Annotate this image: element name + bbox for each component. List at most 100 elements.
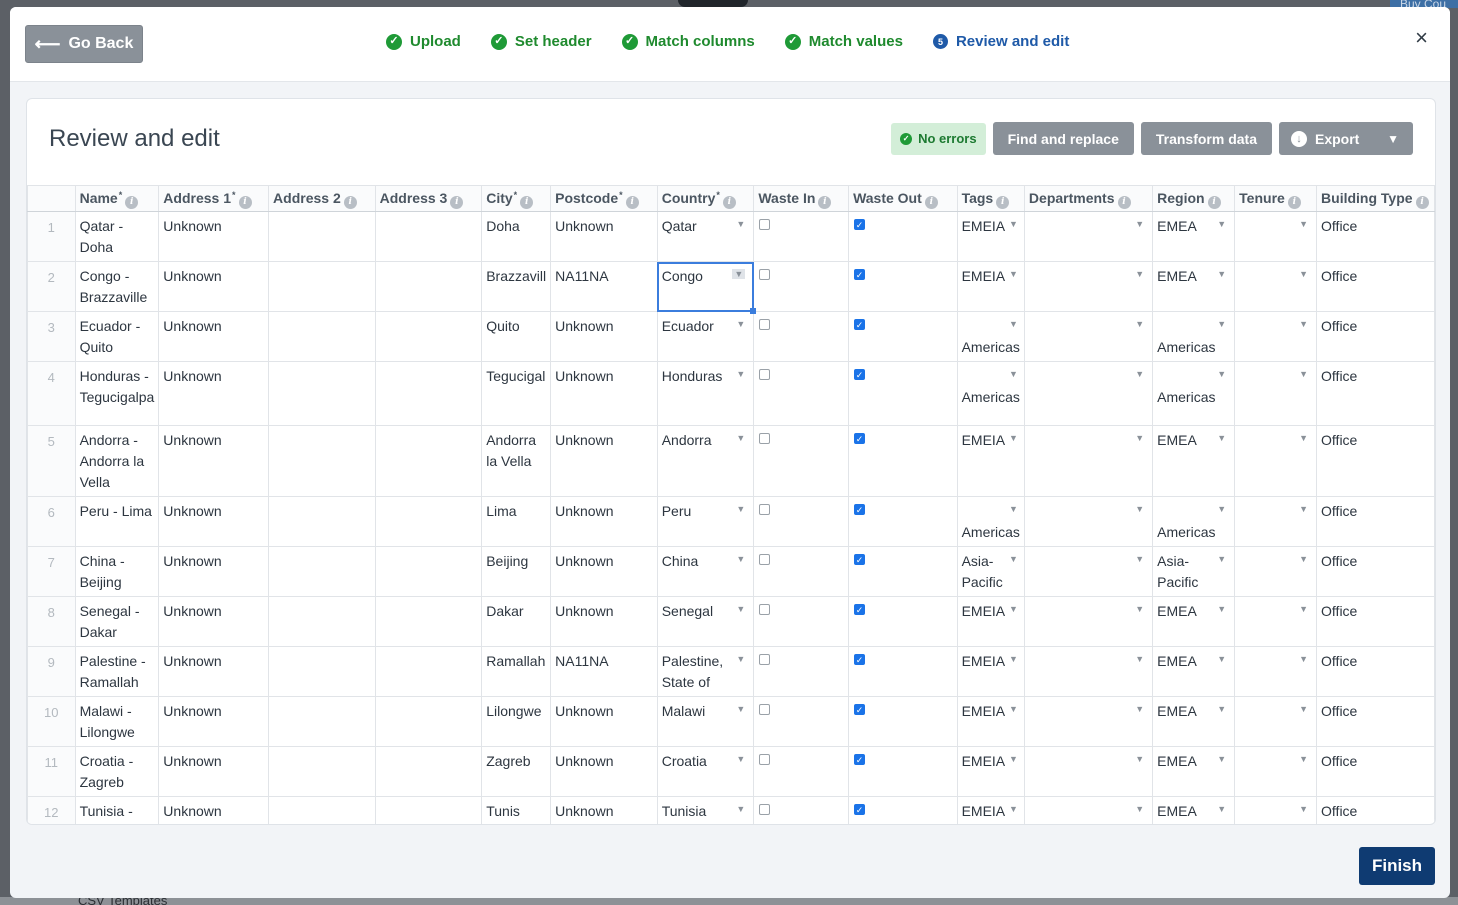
dropdown-arrow-icon[interactable]: ▼ [1135,804,1144,814]
dropdown-arrow-icon[interactable]: ▼ [1299,704,1308,714]
step-upload[interactable]: ✓ Upload [386,33,461,50]
dropdown-arrow-icon[interactable]: ▼ [1217,269,1226,279]
cell-postcode[interactable]: Unknown [550,211,658,262]
checkbox[interactable]: ✓ [854,504,866,515]
find-replace-button[interactable]: Find and replace [992,122,1134,155]
cell-tenure[interactable]: ▼ [1234,796,1318,824]
column-header-tenure[interactable]: Tenure i [1234,185,1318,212]
cell-name[interactable]: Malawi - Lilongwe [74,696,160,747]
dropdown-arrow-icon[interactable]: ▼ [1217,804,1226,814]
dropdown-arrow-icon[interactable]: ▼ [1217,319,1226,329]
dropdown-arrow-icon[interactable]: ▼ [1135,604,1144,614]
cell-postcode[interactable]: Unknown [550,596,658,647]
checkbox[interactable]: ✓ [854,654,866,665]
info-icon[interactable]: i [1287,196,1301,209]
info-icon[interactable]: i [924,196,938,209]
dropdown-arrow-icon[interactable]: ▼ [1009,369,1018,379]
dropdown-arrow-icon[interactable]: ▼ [1135,554,1144,564]
column-header-city[interactable]: City*i [481,185,552,212]
checkbox[interactable]: ✓ [854,269,866,280]
cell-addr2[interactable] [268,696,376,747]
dropdown-arrow-icon[interactable]: ▼ [1299,604,1308,614]
cell-addr1[interactable]: Unknown [158,796,270,824]
dropdown-arrow-icon[interactable]: ▼ [1009,554,1018,564]
cell-building[interactable]: Office [1316,646,1435,697]
cell-waste-in[interactable] [753,496,850,547]
dropdown-arrow-icon[interactable]: ▼ [1217,433,1226,443]
cell-name[interactable]: China - Beijing [74,546,160,597]
cell-postcode[interactable]: Unknown [550,546,658,597]
dropdown-arrow-icon[interactable]: ▼ [1135,754,1144,764]
cell-departments[interactable]: ▼ [1023,696,1154,747]
cell-addr1[interactable]: Unknown [158,496,270,547]
cell-postcode[interactable]: Unknown [550,361,658,426]
column-header-address-1[interactable]: Address 1*i [158,185,270,212]
cell-city[interactable]: Beijing [481,546,552,597]
cell-name[interactable]: Qatar - Doha [74,211,160,262]
checkbox[interactable] [759,704,771,715]
cell-country[interactable]: Ecuador ▼ [656,311,755,362]
cell-departments[interactable]: ▼ [1023,261,1154,312]
dropdown-arrow-icon[interactable]: ▼ [1009,269,1018,279]
cell-addr2[interactable] [268,261,376,312]
cell-tags[interactable]: Americas ▼ [956,361,1025,426]
cell-waste-out[interactable]: ✓ [848,361,958,426]
cell-tenure[interactable]: ▼ [1234,211,1318,262]
cell-waste-out[interactable]: ✓ [848,596,958,647]
dropdown-arrow-icon[interactable]: ▼ [1135,369,1144,379]
dropdown-arrow-icon[interactable]: ▼ [1299,433,1308,443]
info-icon[interactable]: i [125,196,139,209]
column-header-building-type[interactable]: Building Type i [1316,185,1435,212]
cell-addr2[interactable] [268,646,376,697]
cell-waste-in[interactable] [753,796,850,824]
checkbox[interactable]: ✓ [854,433,866,444]
info-icon[interactable]: i [450,196,464,209]
cell-country[interactable]: Peru ▼ [656,496,755,547]
cell-departments[interactable]: ▼ [1023,746,1154,797]
dropdown-arrow-icon[interactable]: ▼ [1135,269,1144,279]
cell-region[interactable]: Americas ▼ [1152,361,1236,426]
dropdown-arrow-icon[interactable]: ▼ [736,219,745,229]
dropdown-arrow-icon[interactable]: ▼ [1299,554,1308,564]
cell-region[interactable]: EMEA ▼ [1152,696,1236,747]
cell-region[interactable]: EMEA ▼ [1152,211,1236,262]
cell-city[interactable]: Brazzavill [481,261,552,312]
cell-tags[interactable]: Asia-Pacific ▼ [956,546,1025,597]
cell-tags[interactable]: EMEIA ▼ [956,261,1025,312]
cell-postcode[interactable]: Unknown [550,311,658,362]
cell-region[interactable]: Americas ▼ [1152,496,1236,547]
cell-tenure[interactable]: ▼ [1234,596,1318,647]
cell-addr1[interactable]: Unknown [158,361,270,426]
column-header-region[interactable]: Region i [1152,185,1236,212]
cell-addr3[interactable] [374,746,483,797]
cell-tags[interactable]: EMEIA ▼ [956,646,1025,697]
cell-name[interactable]: Andorra - Andorra la Vella [74,425,160,497]
cell-city[interactable]: Tunis [481,796,552,824]
cell-building[interactable]: Office [1316,361,1435,426]
checkbox[interactable]: ✓ [854,604,866,615]
cell-departments[interactable]: ▼ [1023,425,1154,497]
dropdown-arrow-icon[interactable]: ▼ [1009,319,1018,329]
dropdown-arrow-icon[interactable]: ▼ [1299,654,1308,664]
cell-country[interactable]: China ▼ [656,546,755,597]
cell-country[interactable]: Qatar ▼ [656,211,755,262]
cell-building[interactable]: Office [1316,696,1435,747]
dropdown-arrow-icon[interactable]: ▼ [1299,269,1308,279]
dropdown-arrow-icon[interactable]: ▼ [736,369,745,379]
cell-addr2[interactable] [268,311,376,362]
dropdown-arrow-icon[interactable]: ▼ [736,319,745,329]
cell-name[interactable]: Peru - Lima [74,496,160,547]
cell-postcode[interactable]: Unknown [550,496,658,547]
cell-postcode[interactable]: NA11NA [550,261,658,312]
checkbox[interactable]: ✓ [854,554,866,565]
cell-tags[interactable]: Americas ▼ [956,311,1025,362]
cell-building[interactable]: Office [1316,746,1435,797]
checkbox[interactable] [759,804,771,815]
cell-addr3[interactable] [374,646,483,697]
dropdown-arrow-icon[interactable]: ▼ [1217,604,1226,614]
cell-region[interactable]: Americas ▼ [1152,311,1236,362]
cell-country[interactable]: Senegal ▼ [656,596,755,647]
checkbox[interactable] [759,504,771,515]
cell-waste-out[interactable]: ✓ [848,425,958,497]
cell-addr1[interactable]: Unknown [158,425,270,497]
